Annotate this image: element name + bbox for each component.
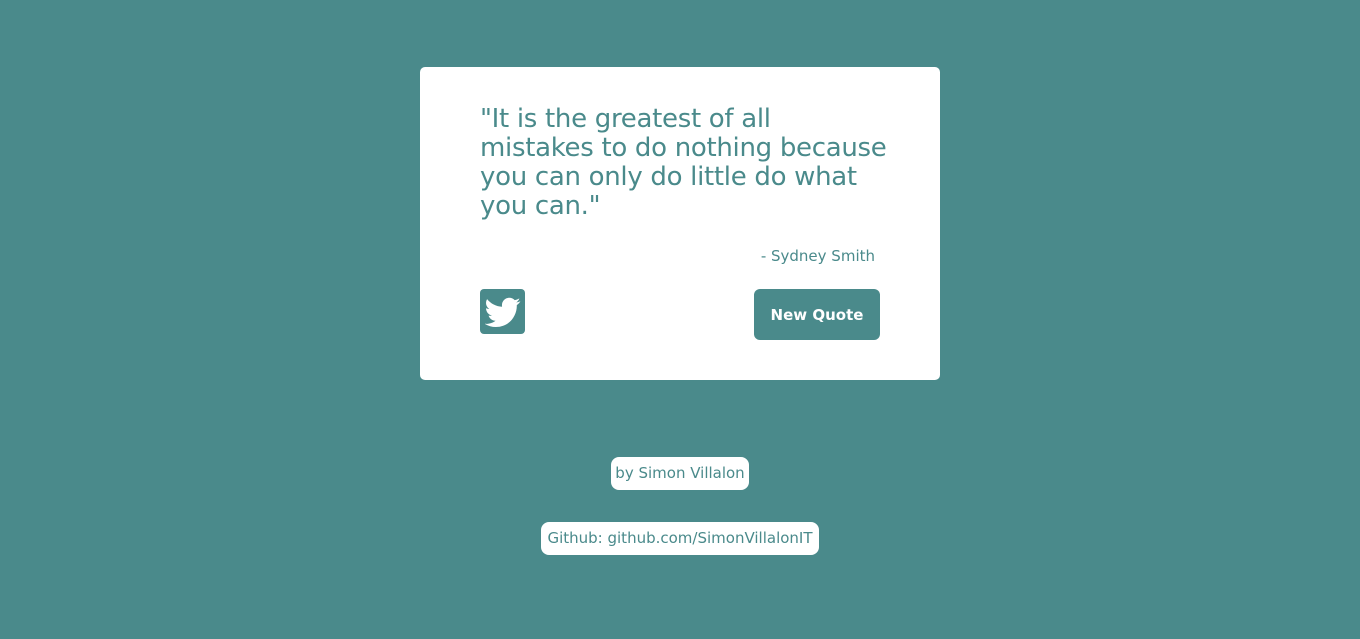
- new-quote-button[interactable]: New Quote: [754, 289, 880, 340]
- quote-text: "It is the greatest of all mistakes to d…: [480, 104, 887, 221]
- quote-author: - Sydney Smith: [760, 247, 875, 265]
- twitter-icon: [484, 294, 521, 330]
- quote-card: "It is the greatest of all mistakes to d…: [420, 67, 940, 380]
- author-credit: by Simon Villalon: [611, 457, 749, 490]
- tweet-quote-button[interactable]: [480, 289, 525, 334]
- github-link[interactable]: Github: github.com/SimonVillalonIT: [541, 522, 819, 555]
